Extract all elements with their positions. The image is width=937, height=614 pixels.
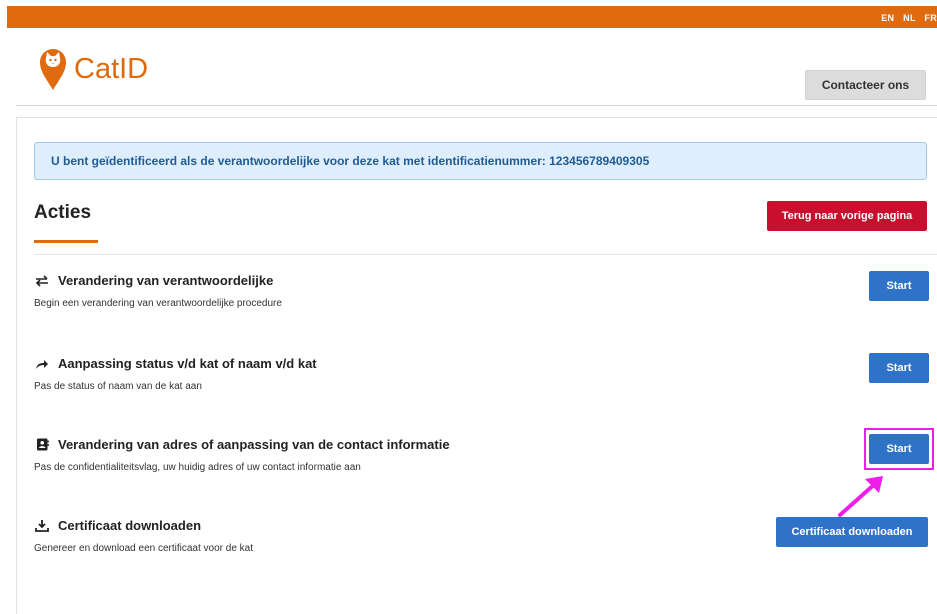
action-title-text: Aanpassing status v/d kat of naam v/d ka…	[58, 356, 317, 371]
identification-alert: U bent geïdentificeerd als de verantwoor…	[34, 142, 927, 180]
start-change-responsible-button[interactable]: Start	[869, 271, 929, 301]
address-book-icon	[34, 438, 50, 452]
cat-pin-icon	[38, 47, 68, 91]
download-certificate-button[interactable]: Certificaat downloaden	[776, 517, 928, 547]
logo[interactable]: CatID	[38, 46, 148, 92]
language-switcher: EN NL FR	[875, 13, 937, 23]
contact-button[interactable]: Contacteer ons	[805, 70, 926, 100]
logo-text: CatID	[74, 52, 149, 85]
title-underline	[34, 240, 98, 243]
language-en[interactable]: EN	[881, 13, 894, 23]
back-button[interactable]: Terug naar vorige pagina	[767, 201, 927, 231]
action-title-text: Verandering van adres of aanpassing van …	[58, 437, 450, 452]
section-divider	[34, 254, 937, 255]
header-divider	[16, 105, 937, 106]
annotation-highlight-box	[864, 428, 934, 470]
language-nl[interactable]: NL	[903, 13, 915, 23]
content-panel-border	[16, 117, 937, 118]
action-title-change-responsible: Verandering van verantwoordelijke	[34, 273, 273, 288]
action-title-text: Certificaat downloaden	[58, 518, 202, 533]
language-fr[interactable]: FR	[924, 13, 937, 23]
content-panel-border-left	[16, 117, 17, 614]
start-status-name-button[interactable]: Start	[869, 353, 929, 383]
page-title: Acties	[34, 202, 92, 223]
share-arrow-icon	[34, 357, 50, 371]
action-description: Pas de status of naam van de kat aan	[34, 381, 202, 392]
annotation-arrow-icon	[838, 476, 883, 517]
action-title-status-name: Aanpassing status v/d kat of naam v/d ka…	[34, 356, 317, 371]
top-bar: EN NL FR	[7, 6, 937, 28]
action-title-address-contact: Verandering van adres of aanpassing van …	[34, 437, 450, 452]
action-title-certificate: Certificaat downloaden	[34, 518, 201, 533]
swap-arrows-icon	[34, 274, 50, 288]
download-icon	[34, 519, 50, 533]
action-description: Pas de confidentialiteitsvlag, uw huidig…	[34, 462, 361, 473]
action-title-text: Verandering van verantwoordelijke	[58, 273, 274, 288]
action-description: Begin een verandering van verantwoordeli…	[34, 298, 282, 309]
action-description: Genereer en download een certificaat voo…	[34, 543, 254, 554]
